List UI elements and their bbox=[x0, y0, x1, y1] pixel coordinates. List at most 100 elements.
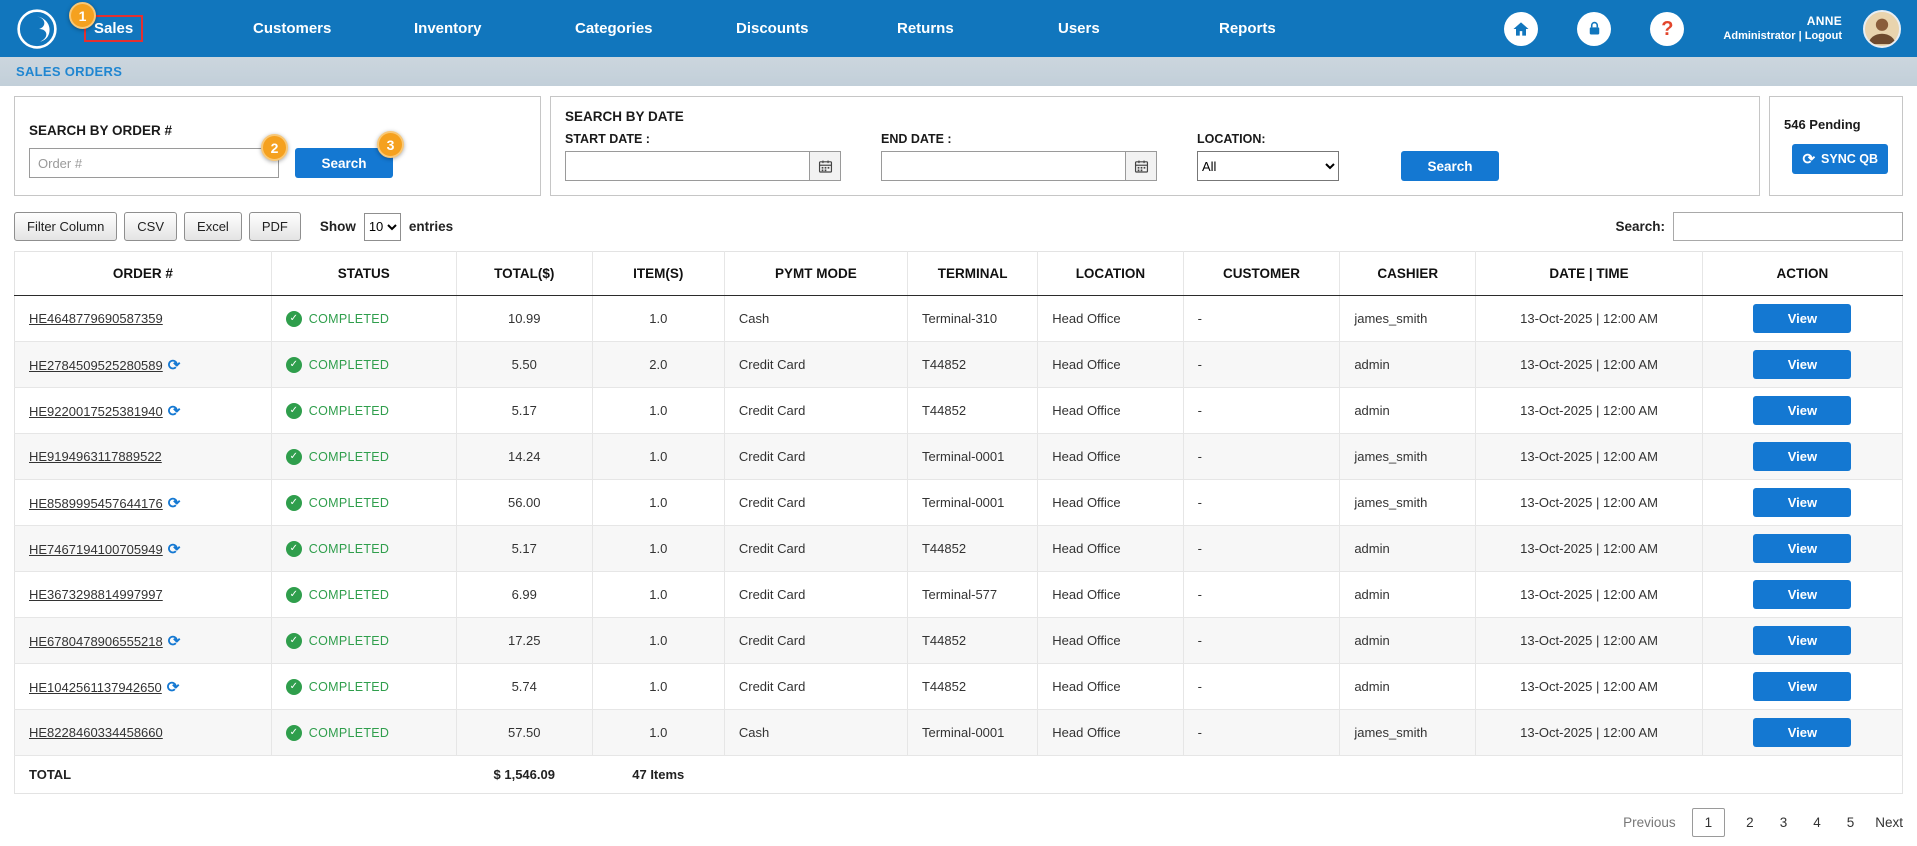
view-button[interactable]: View bbox=[1753, 626, 1851, 655]
order-link[interactable]: HE8228460334458660 bbox=[29, 725, 163, 740]
column-header[interactable]: ITEM(S) bbox=[592, 252, 724, 296]
view-button[interactable]: View bbox=[1753, 672, 1851, 701]
status-cell: ✓COMPLETED bbox=[271, 710, 456, 756]
column-header[interactable]: PYMT MODE bbox=[724, 252, 907, 296]
column-header[interactable]: CASHIER bbox=[1340, 252, 1476, 296]
order-link[interactable]: HE3673298814997997 bbox=[29, 587, 163, 602]
view-button[interactable]: View bbox=[1753, 350, 1851, 379]
home-icon[interactable] bbox=[1504, 12, 1538, 46]
page-2[interactable]: 2 bbox=[1741, 809, 1759, 836]
page-4[interactable]: 4 bbox=[1808, 809, 1826, 836]
order-cell: HE3673298814997997 bbox=[15, 572, 272, 618]
page-5[interactable]: 5 bbox=[1842, 809, 1860, 836]
order-cell: HE4648779690587359 bbox=[15, 296, 272, 342]
total-cell: 56.00 bbox=[456, 480, 592, 526]
nav-item-sales[interactable]: Sales1 bbox=[84, 15, 245, 42]
sync-qb-button[interactable]: ⟳ SYNC QB bbox=[1792, 144, 1888, 174]
filter-column-button[interactable]: Filter Column bbox=[14, 212, 117, 241]
pymt-mode-cell: Credit Card bbox=[724, 572, 907, 618]
nav-item-categories[interactable]: Categories bbox=[567, 17, 728, 40]
order-link[interactable]: HE8589995457644176 bbox=[29, 496, 163, 511]
view-button[interactable]: View bbox=[1753, 718, 1851, 747]
datetime-cell: 13-Oct-2025 | 12:00 AM bbox=[1476, 664, 1703, 710]
page-3[interactable]: 3 bbox=[1775, 809, 1793, 836]
nav-item-customers[interactable]: Customers bbox=[245, 17, 406, 40]
column-header[interactable]: ACTION bbox=[1702, 252, 1902, 296]
entries-select[interactable]: 10 bbox=[364, 213, 401, 241]
nav-item-inventory[interactable]: Inventory bbox=[406, 17, 567, 40]
sync-icon: ⟳ bbox=[167, 679, 180, 696]
view-button[interactable]: View bbox=[1753, 534, 1851, 563]
csv-button[interactable]: CSV bbox=[124, 212, 177, 241]
nav-item-discounts[interactable]: Discounts bbox=[728, 17, 889, 40]
excel-button[interactable]: Excel bbox=[184, 212, 242, 241]
nav-item-label: Users bbox=[1050, 17, 1108, 40]
order-cell: HE9194963117889522 bbox=[15, 434, 272, 480]
sync-icon: ⟳ bbox=[168, 403, 181, 420]
footer-cell bbox=[1340, 756, 1476, 794]
nav-item-label: Sales1 bbox=[84, 15, 143, 42]
customer-cell: - bbox=[1183, 664, 1340, 710]
action-cell: View bbox=[1702, 342, 1902, 388]
search-panels: SEARCH BY ORDER # 2 Search 3 SEARCH BY D… bbox=[14, 96, 1903, 196]
view-button[interactable]: View bbox=[1753, 488, 1851, 517]
annotation-step-2: 2 bbox=[261, 134, 288, 161]
table-row: HE8228460334458660✓COMPLETED57.501.0Cash… bbox=[15, 710, 1903, 756]
column-header[interactable]: ORDER # bbox=[15, 252, 272, 296]
view-button[interactable]: View bbox=[1753, 442, 1851, 471]
view-button[interactable]: View bbox=[1753, 304, 1851, 333]
status-cell: ✓COMPLETED bbox=[271, 664, 456, 710]
order-link[interactable]: HE1042561137942650 bbox=[29, 680, 162, 695]
terminal-cell: T44852 bbox=[907, 664, 1037, 710]
pymt-mode-cell: Credit Card bbox=[724, 388, 907, 434]
order-link[interactable]: HE9220017525381940 bbox=[29, 404, 163, 419]
export-buttons: Filter ColumnCSVExcelPDF bbox=[14, 212, 308, 241]
order-link[interactable]: HE9194963117889522 bbox=[29, 449, 162, 464]
column-header[interactable]: TOTAL($) bbox=[456, 252, 592, 296]
items-cell: 2.0 bbox=[592, 342, 724, 388]
user-avatar[interactable] bbox=[1863, 10, 1901, 48]
page-1[interactable]: 1 bbox=[1692, 808, 1726, 837]
order-search-button[interactable]: Search bbox=[295, 148, 393, 178]
column-header[interactable]: TERMINAL bbox=[907, 252, 1037, 296]
table-search-input[interactable] bbox=[1673, 212, 1903, 241]
terminal-cell: T44852 bbox=[907, 388, 1037, 434]
footer-cell bbox=[1476, 756, 1703, 794]
start-calendar-icon[interactable] bbox=[810, 151, 841, 181]
pdf-button[interactable]: PDF bbox=[249, 212, 301, 241]
terminal-cell: T44852 bbox=[907, 618, 1037, 664]
search-date-panel: SEARCH BY DATE START DATE : bbox=[550, 96, 1760, 196]
nav-item-returns[interactable]: Returns bbox=[889, 17, 1050, 40]
location-select[interactable]: All bbox=[1197, 151, 1339, 181]
order-link[interactable]: HE2784509525280589 bbox=[29, 358, 163, 373]
order-link[interactable]: HE6780478906555218 bbox=[29, 634, 163, 649]
datetime-cell: 13-Oct-2025 | 12:00 AM bbox=[1476, 618, 1703, 664]
start-date-input[interactable] bbox=[565, 151, 810, 181]
order-number-input[interactable] bbox=[29, 148, 279, 178]
order-link[interactable]: HE7467194100705949 bbox=[29, 542, 163, 557]
pagination-next[interactable]: Next bbox=[1875, 815, 1903, 830]
nav-item-users[interactable]: Users bbox=[1050, 17, 1211, 40]
logout-link[interactable]: Logout bbox=[1805, 30, 1842, 42]
column-header[interactable]: DATE | TIME bbox=[1476, 252, 1703, 296]
column-header[interactable]: CUSTOMER bbox=[1183, 252, 1340, 296]
app-logo-icon[interactable] bbox=[16, 8, 58, 50]
end-calendar-icon[interactable] bbox=[1126, 151, 1157, 181]
column-header[interactable]: STATUS bbox=[271, 252, 456, 296]
date-search-button[interactable]: Search bbox=[1401, 151, 1499, 181]
nav-item-reports[interactable]: Reports bbox=[1211, 17, 1372, 40]
total-cell: 5.74 bbox=[456, 664, 592, 710]
footer-cell bbox=[1038, 756, 1183, 794]
pagination-previous[interactable]: Previous bbox=[1623, 815, 1676, 830]
help-icon[interactable]: ? bbox=[1650, 12, 1684, 46]
end-date-input[interactable] bbox=[881, 151, 1126, 181]
column-header[interactable]: LOCATION bbox=[1038, 252, 1183, 296]
status-text: COMPLETED bbox=[309, 542, 390, 556]
order-link[interactable]: HE4648779690587359 bbox=[29, 311, 163, 326]
nav-item-label: Inventory bbox=[406, 17, 490, 40]
datetime-cell: 13-Oct-2025 | 12:00 AM bbox=[1476, 480, 1703, 526]
view-button[interactable]: View bbox=[1753, 396, 1851, 425]
terminal-cell: Terminal-577 bbox=[907, 572, 1037, 618]
view-button[interactable]: View bbox=[1753, 580, 1851, 609]
lock-icon[interactable] bbox=[1577, 12, 1611, 46]
